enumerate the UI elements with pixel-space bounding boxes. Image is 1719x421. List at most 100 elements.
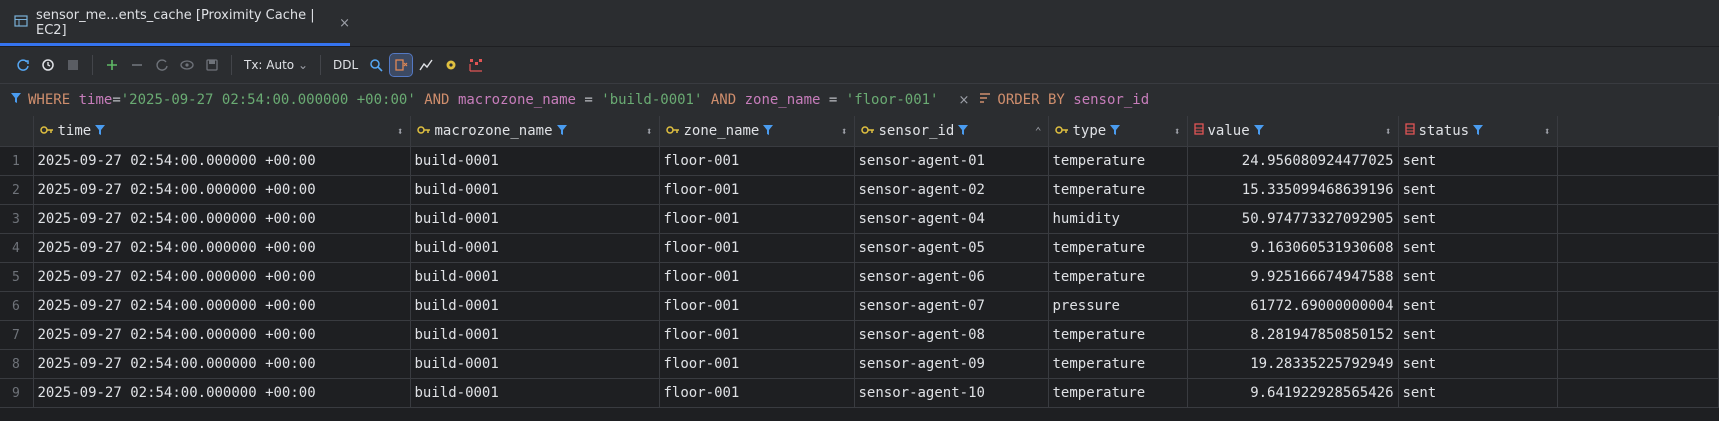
sort-icon[interactable]: ⬍ bbox=[646, 125, 653, 138]
table-row[interactable]: 4 2025-09-27 02:54:00.000000 +00:00 build-… bbox=[0, 233, 1719, 263]
cell-macrozone-name[interactable]: build-0001 bbox=[410, 349, 660, 379]
cell-type[interactable]: temperature bbox=[1048, 262, 1188, 292]
clear-filter-icon[interactable]: × bbox=[958, 93, 969, 108]
cell-type[interactable]: temperature bbox=[1048, 233, 1188, 263]
cell-type[interactable]: temperature bbox=[1048, 146, 1188, 176]
column-header-type[interactable]: type ⬍ bbox=[1048, 116, 1188, 147]
cell-sensor-id[interactable]: sensor-agent-10 bbox=[854, 378, 1049, 408]
column-filter-icon[interactable] bbox=[556, 123, 567, 139]
column-filter-icon[interactable] bbox=[1253, 123, 1264, 139]
cell-zone-name[interactable]: floor-001 bbox=[659, 175, 855, 205]
cell-macrozone-name[interactable]: build-0001 bbox=[410, 378, 660, 408]
cell-macrozone-name[interactable]: build-0001 bbox=[410, 146, 660, 176]
cell-macrozone-name[interactable]: build-0001 bbox=[410, 233, 660, 263]
value-viewer-icon[interactable] bbox=[389, 53, 414, 77]
chart-icon[interactable] bbox=[415, 54, 437, 76]
column-filter-icon[interactable] bbox=[763, 123, 774, 139]
cell-status[interactable]: sent bbox=[1398, 378, 1558, 408]
cell-time[interactable]: 2025-09-27 02:54:00.000000 +00:00 bbox=[33, 204, 411, 234]
cell-zone-name[interactable]: floor-001 bbox=[659, 378, 855, 408]
close-tab-icon[interactable]: × bbox=[339, 16, 350, 31]
table-row[interactable]: 7 2025-09-27 02:54:00.000000 +00:00 build-… bbox=[0, 320, 1719, 350]
cell-macrozone-name[interactable]: build-0001 bbox=[410, 291, 660, 321]
cell-type[interactable]: temperature bbox=[1048, 378, 1188, 408]
cell-zone-name[interactable]: floor-001 bbox=[659, 204, 855, 234]
ddl-button[interactable]: DDL bbox=[329, 58, 362, 72]
add-row-icon[interactable] bbox=[101, 54, 123, 76]
cell-status[interactable]: sent bbox=[1398, 291, 1558, 321]
cell-zone-name[interactable]: floor-001 bbox=[659, 320, 855, 350]
table-row[interactable]: 3 2025-09-27 02:54:00.000000 +00:00 build-… bbox=[0, 204, 1719, 234]
cell-status[interactable]: sent bbox=[1398, 262, 1558, 292]
cell-macrozone-name[interactable]: build-0001 bbox=[410, 262, 660, 292]
cell-status[interactable]: sent bbox=[1398, 320, 1558, 350]
table-row[interactable]: 1 2025-09-27 02:54:00.000000 +00:00 build-… bbox=[0, 146, 1719, 176]
cell-value[interactable]: 8.281947850850152 bbox=[1187, 320, 1399, 350]
cell-zone-name[interactable]: floor-001 bbox=[659, 349, 855, 379]
cell-time[interactable]: 2025-09-27 02:54:00.000000 +00:00 bbox=[33, 349, 411, 379]
sort-icon[interactable]: ⬍ bbox=[841, 125, 848, 138]
table-row[interactable]: 2 2025-09-27 02:54:00.000000 +00:00 build-… bbox=[0, 175, 1719, 205]
cell-sensor-id[interactable]: sensor-agent-04 bbox=[854, 204, 1049, 234]
column-header-value[interactable]: value ⬍ bbox=[1187, 116, 1399, 147]
table-row[interactable]: 8 2025-09-27 02:54:00.000000 +00:00 build-… bbox=[0, 349, 1719, 379]
cell-sensor-id[interactable]: sensor-agent-05 bbox=[854, 233, 1049, 263]
column-header-sensor-id[interactable]: sensor_id ⌃ bbox=[854, 116, 1049, 147]
search-icon[interactable] bbox=[365, 54, 387, 76]
refresh-icon[interactable] bbox=[12, 54, 34, 76]
cell-zone-name[interactable]: floor-001 bbox=[659, 262, 855, 292]
cell-zone-name[interactable]: floor-001 bbox=[659, 233, 855, 263]
cell-type[interactable]: humidity bbox=[1048, 204, 1188, 234]
cell-time[interactable]: 2025-09-27 02:54:00.000000 +00:00 bbox=[33, 291, 411, 321]
cell-type[interactable]: pressure bbox=[1048, 291, 1188, 321]
cell-time[interactable]: 2025-09-27 02:54:00.000000 +00:00 bbox=[33, 262, 411, 292]
column-header-macrozone-name[interactable]: macrozone_name ⬍ bbox=[410, 116, 660, 147]
cell-value[interactable]: 61772.69000000004 bbox=[1187, 291, 1399, 321]
cell-sensor-id[interactable]: sensor-agent-01 bbox=[854, 146, 1049, 176]
cell-value[interactable]: 9.641922928565426 bbox=[1187, 378, 1399, 408]
cell-time[interactable]: 2025-09-27 02:54:00.000000 +00:00 bbox=[33, 320, 411, 350]
column-header-status[interactable]: status ⬍ bbox=[1398, 116, 1558, 147]
pin-icon[interactable] bbox=[440, 54, 462, 76]
cell-type[interactable]: temperature bbox=[1048, 320, 1188, 350]
table-row[interactable]: 6 2025-09-27 02:54:00.000000 +00:00 build-… bbox=[0, 291, 1719, 321]
cell-status[interactable]: sent bbox=[1398, 175, 1558, 205]
sort-icon[interactable]: ⬍ bbox=[1544, 125, 1551, 138]
cell-sensor-id[interactable]: sensor-agent-09 bbox=[854, 349, 1049, 379]
cell-macrozone-name[interactable]: build-0001 bbox=[410, 204, 660, 234]
cell-type[interactable]: temperature bbox=[1048, 349, 1188, 379]
cell-sensor-id[interactable]: sensor-agent-07 bbox=[854, 291, 1049, 321]
table-row[interactable]: 5 2025-09-27 02:54:00.000000 +00:00 build-… bbox=[0, 262, 1719, 292]
cell-status[interactable]: sent bbox=[1398, 233, 1558, 263]
sort-icon[interactable]: ⬍ bbox=[397, 125, 404, 138]
cell-macrozone-name[interactable]: build-0001 bbox=[410, 175, 660, 205]
sort-icon[interactable]: ⬍ bbox=[1385, 125, 1392, 138]
cell-time[interactable]: 2025-09-27 02:54:00.000000 +00:00 bbox=[33, 233, 411, 263]
cell-status[interactable]: sent bbox=[1398, 146, 1558, 176]
table-row[interactable]: 9 2025-09-27 02:54:00.000000 +00:00 build-… bbox=[0, 378, 1719, 408]
cell-type[interactable]: temperature bbox=[1048, 175, 1188, 205]
cell-zone-name[interactable]: floor-001 bbox=[659, 146, 855, 176]
column-header-zone-name[interactable]: zone_name ⬍ bbox=[659, 116, 855, 147]
tx-mode-dropdown[interactable]: Tx: Auto ⌄ bbox=[240, 58, 312, 72]
column-header-time[interactable]: time ⬍ bbox=[33, 116, 411, 147]
column-filter-icon[interactable] bbox=[1110, 123, 1121, 139]
delete-row-icon[interactable] bbox=[126, 54, 148, 76]
cell-value[interactable]: 9.925166674947588 bbox=[1187, 262, 1399, 292]
cell-time[interactable]: 2025-09-27 02:54:00.000000 +00:00 bbox=[33, 146, 411, 176]
cell-status[interactable]: sent bbox=[1398, 349, 1558, 379]
diagram-icon[interactable] bbox=[465, 54, 487, 76]
view-icon[interactable] bbox=[176, 54, 198, 76]
sort-ascending-icon[interactable]: ⌃ bbox=[1035, 125, 1042, 138]
cell-value[interactable]: 19.28335225792949 bbox=[1187, 349, 1399, 379]
submit-icon[interactable] bbox=[201, 54, 223, 76]
cell-status[interactable]: sent bbox=[1398, 204, 1558, 234]
cell-value[interactable]: 15.335099468639196 bbox=[1187, 175, 1399, 205]
table-tab[interactable]: sensor_me...ents_cache [Proximity Cache … bbox=[0, 0, 350, 46]
sort-icon[interactable]: ⬍ bbox=[1174, 125, 1181, 138]
column-filter-icon[interactable] bbox=[95, 123, 106, 139]
cell-value[interactable]: 9.163060531930608 bbox=[1187, 233, 1399, 263]
history-icon[interactable] bbox=[37, 54, 59, 76]
cell-value[interactable]: 24.956080924477025 bbox=[1187, 146, 1399, 176]
filter-bar[interactable]: WHERE time = '2025-09-27 02:54:00.000000 +… bbox=[0, 84, 1719, 117]
